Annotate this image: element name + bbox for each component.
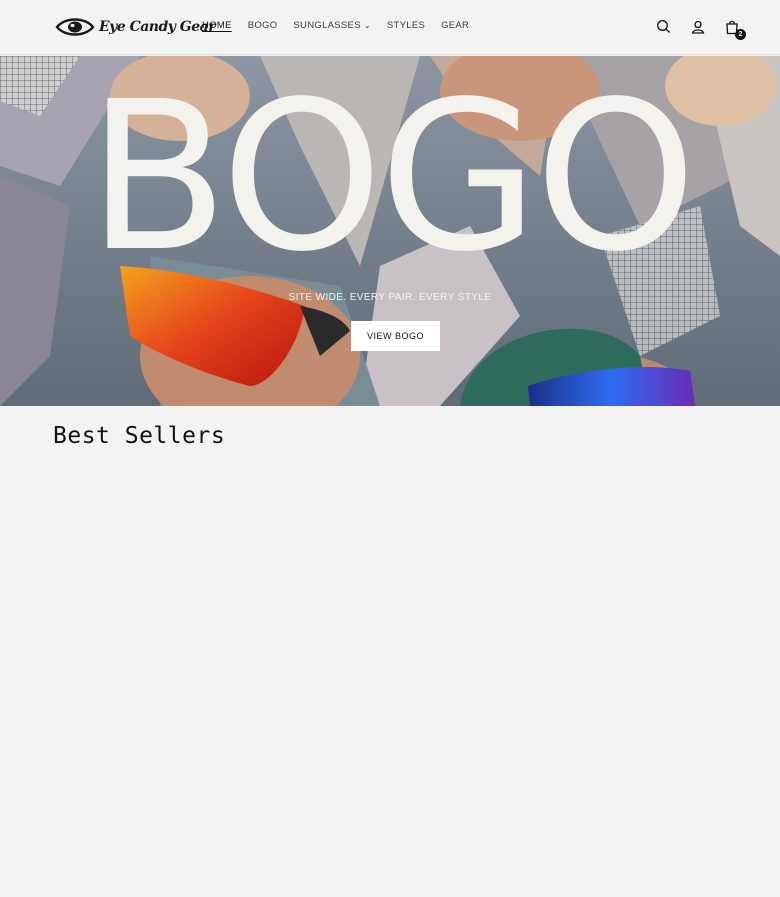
nav-styles[interactable]: STYLES [387, 20, 425, 31]
nav-home[interactable]: HOME [202, 20, 232, 31]
nav-sunglasses[interactable]: SUNGLASSES ⌄ [293, 20, 370, 31]
search-icon[interactable] [654, 17, 674, 37]
user-icon[interactable] [688, 17, 708, 37]
hero-title: BOGO [87, 57, 697, 297]
best-sellers-heading: Best Sellers [53, 423, 226, 449]
header-actions: 2 [654, 17, 746, 40]
hero-banner[interactable]: Feline★★★★★(6)$40.00 USDSilver Quartz★★★… [0, 56, 780, 406]
view-bogo-button[interactable]: VIEW BOGO [351, 321, 440, 351]
chevron-down-icon: ⌄ [363, 21, 371, 30]
nav-sunglasses-label: SUNGLASSES [293, 20, 361, 31]
site-header: Eye Candy Gear HOME BOGO SUNGLASSES ⌄ STY… [0, 0, 780, 55]
hero-subtitle: SITE WIDE. EVERY PAIR. EVERY STYLE [288, 292, 492, 303]
brand-logo[interactable]: Eye Candy Gear [55, 14, 216, 40]
main-nav: HOME BOGO SUNGLASSES ⌄ STYLES GEAR [202, 20, 485, 31]
nav-gear[interactable]: GEAR [441, 20, 469, 31]
eye-logo-icon [55, 18, 95, 36]
logo-text: Eye Candy Gear [99, 19, 216, 35]
cart-icon[interactable]: 2 [722, 17, 746, 40]
cart-count-badge: 2 [735, 29, 746, 40]
nav-bogo[interactable]: BOGO [248, 20, 278, 31]
